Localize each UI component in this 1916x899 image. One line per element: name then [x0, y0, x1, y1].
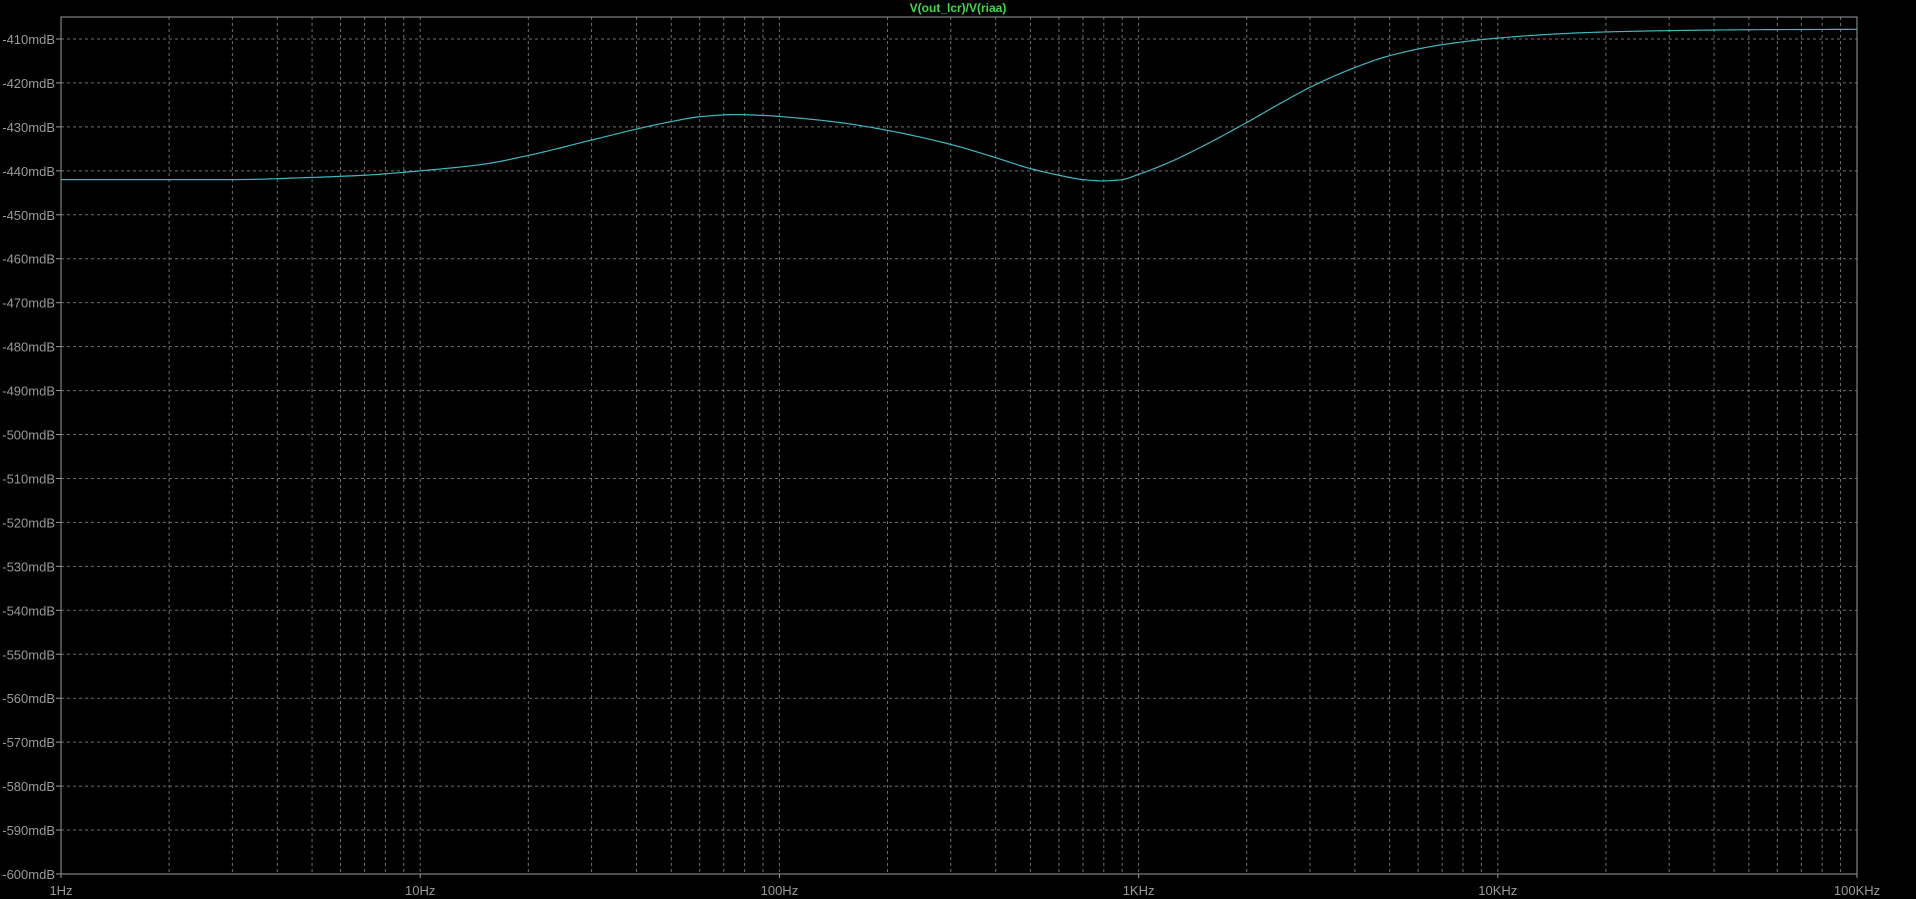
x-tick-label: 10Hz — [405, 883, 435, 898]
y-tick-label: -560mdB — [2, 691, 55, 706]
y-tick-label: -600mdB — [2, 867, 55, 882]
y-tick-label: -500mdB — [2, 428, 55, 443]
y-tick-label: -550mdB — [2, 647, 55, 662]
y-tick-label: -520mdB — [2, 515, 55, 530]
y-tick-label: -540mdB — [2, 603, 55, 618]
y-tick-label: -460mdB — [2, 252, 55, 267]
x-tick-label: 1KHz — [1123, 883, 1155, 898]
x-tick-label: 100KHz — [1834, 883, 1880, 898]
x-tick-label: 100Hz — [761, 883, 799, 898]
bode-plot: V(out_lcr)/V(riaa) -410mdB -420mdB -430mdB… — [0, 0, 1916, 899]
plot-background — [0, 0, 1916, 899]
y-tick-label: -420mdB — [2, 76, 55, 91]
y-tick-label: -480mdB — [2, 340, 55, 355]
y-tick-label: -570mdB — [2, 735, 55, 750]
y-tick-label: -430mdB — [2, 120, 55, 135]
y-tick-label: -470mdB — [2, 296, 55, 311]
y-tick-label: -590mdB — [2, 823, 55, 838]
y-tick-label: -490mdB — [2, 384, 55, 399]
y-tick-label: -450mdB — [2, 208, 55, 223]
trace-title[interactable]: V(out_lcr)/V(riaa) — [910, 1, 1007, 15]
y-tick-label: -580mdB — [2, 779, 55, 794]
x-tick-label: 10KHz — [1478, 883, 1517, 898]
x-tick-label: 1Hz — [49, 883, 72, 898]
y-tick-label: -410mdB — [2, 32, 55, 47]
y-tick-label: -530mdB — [2, 559, 55, 574]
y-tick-label: -440mdB — [2, 164, 55, 179]
y-tick-label: -510mdB — [2, 471, 55, 486]
